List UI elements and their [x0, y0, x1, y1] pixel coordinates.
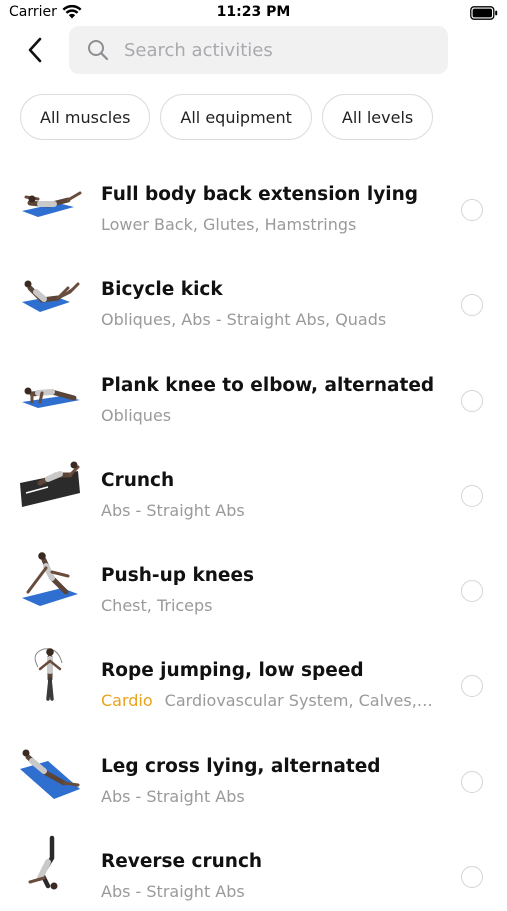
exercise-title: Crunch	[101, 469, 175, 491]
exercise-illustration	[28, 835, 58, 890]
exercise-row[interactable]: Bicycle kick Obliques, Abs - Straight Ab…	[0, 244, 507, 339]
exercise-illustration	[34, 648, 63, 702]
select-radio[interactable]	[461, 866, 483, 889]
exercise-illustration	[22, 552, 78, 607]
select-radio[interactable]	[461, 484, 483, 507]
search-icon	[88, 40, 109, 61]
back-button[interactable]	[16, 30, 56, 70]
battery-icon	[470, 6, 498, 20]
search-box[interactable]	[69, 26, 448, 74]
filter-equipment-chip[interactable]: All equipment	[160, 94, 312, 140]
exercise-title: Push-up knees	[101, 565, 255, 587]
exercise-title: Rope jumping, low speed	[101, 660, 364, 682]
exercise-illustration	[22, 191, 82, 217]
exercise-muscles: Abs - Straight Abs	[101, 882, 436, 901]
select-radio[interactable]	[461, 389, 483, 412]
exercise-muscles: Abs - Straight Abs	[101, 787, 436, 806]
exercise-title: Reverse crunch	[101, 851, 263, 873]
exercise-muscles: Cardio Cardiovascular System, Calves, F..…	[101, 691, 436, 710]
exercise-muscles-text: Abs - Straight Abs	[101, 882, 245, 902]
exercise-title: Bicycle kick	[101, 279, 223, 301]
exercise-row[interactable]: Reverse crunch Abs - Straight Abs	[0, 816, 507, 911]
filter-levels-chip[interactable]: All levels	[321, 94, 434, 140]
exercise-title: Plank knee to elbow, alternated	[101, 374, 435, 396]
exercise-muscles-text: Chest, Triceps	[101, 596, 213, 616]
exercise-muscles: Lower Back, Glutes, Hamstrings	[101, 215, 436, 234]
exercise-muscles: Obliques, Abs - Straight Abs, Quads	[101, 310, 436, 329]
exercise-muscles: Obliques	[101, 406, 436, 425]
filter-chips: All muscles All equipment All levels	[20, 94, 434, 140]
exercise-muscles-text: Abs - Straight Abs	[101, 500, 245, 520]
exercise-illustration	[22, 387, 80, 408]
exercise-title: Leg cross lying, alternated	[101, 755, 381, 777]
select-radio[interactable]	[461, 294, 483, 317]
exercise-muscles-text: Abs - Straight Abs	[101, 786, 245, 806]
exercise-row[interactable]: Plank knee to elbow, alternated Obliques	[0, 340, 507, 435]
select-radio[interactable]	[461, 675, 483, 698]
exercise-illustration	[20, 461, 80, 507]
filter-muscles-chip[interactable]: All muscles	[20, 94, 151, 140]
exercise-muscles-text: Obliques	[101, 405, 172, 425]
chevron-left-icon	[28, 37, 42, 63]
exercise-muscles: Abs - Straight Abs	[101, 501, 436, 520]
exercise-muscles-text: Obliques, Abs - Straight Abs, Quads	[101, 310, 387, 330]
select-radio[interactable]	[461, 199, 483, 221]
exercise-row[interactable]: Leg cross lying, alternated Abs - Straig…	[0, 721, 507, 816]
exercise-row[interactable]: Rope jumping, low speed Cardio Cardiovasc…	[0, 625, 507, 720]
exercise-row[interactable]: Push-up knees Chest, Triceps	[0, 530, 507, 625]
select-radio[interactable]	[461, 770, 483, 793]
exercise-muscles: Chest, Triceps	[101, 596, 436, 615]
exercise-row[interactable]: Crunch Abs - Straight Abs	[0, 435, 507, 530]
clock: 11:23 PM	[216, 4, 291, 20]
exercise-list: Full body back extension lying Lower Bac…	[0, 149, 507, 911]
exercise-row[interactable]: Full body back extension lying Lower Bac…	[0, 149, 507, 244]
exercise-illustration	[20, 749, 80, 799]
select-radio[interactable]	[461, 580, 483, 603]
exercise-title: Full body back extension lying	[101, 184, 419, 205]
exercise-muscles-text: Lower Back, Glutes, Hamstrings	[101, 215, 357, 234]
exercise-muscles-text: Cardiovascular System, Calves, F...	[164, 691, 436, 711]
category-tag: Cardio	[101, 691, 153, 711]
search-input[interactable]	[122, 38, 426, 62]
exercise-illustration	[22, 280, 80, 313]
